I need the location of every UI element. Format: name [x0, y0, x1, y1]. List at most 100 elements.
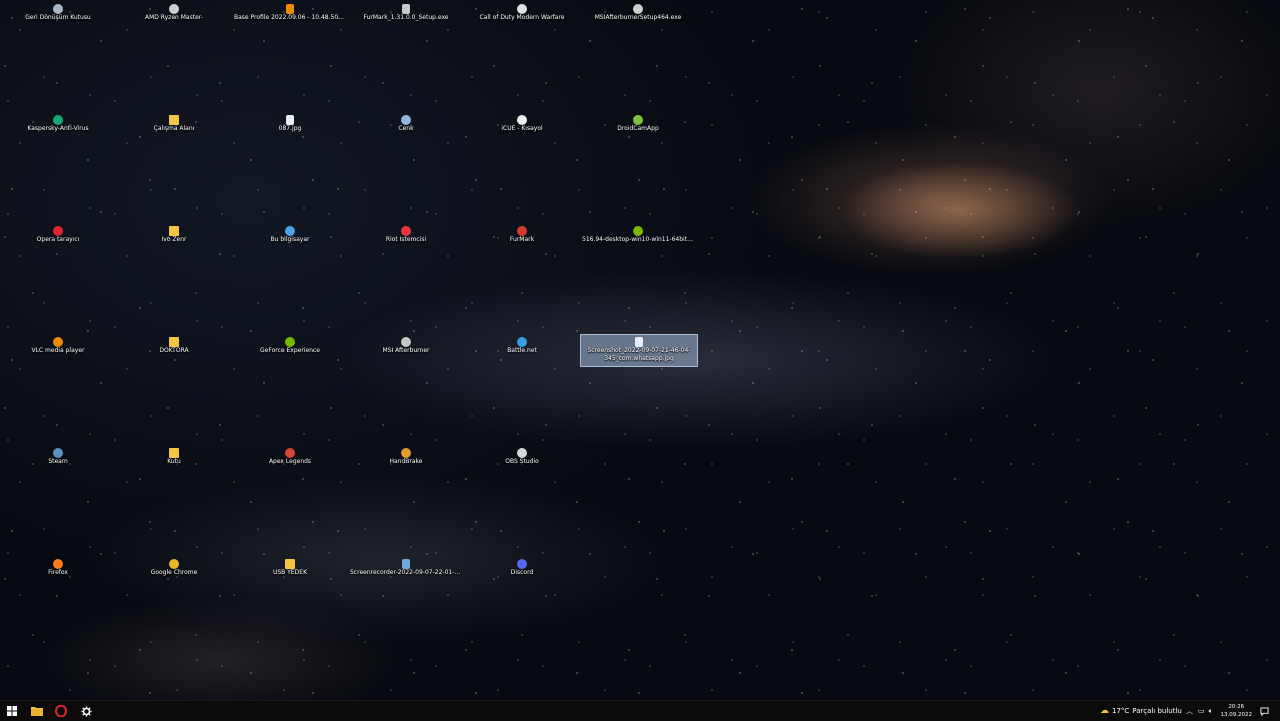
desktop-icon[interactable]: USB YEDEK: [232, 559, 348, 577]
desktop-icon[interactable]: Google Chrome: [116, 559, 232, 577]
droidcam-icon: [633, 115, 643, 125]
desktop-icon[interactable]: OBS Studio: [464, 448, 580, 466]
weather-temp: 17°C: [1112, 707, 1130, 715]
nvidia-driver-icon: [633, 226, 643, 236]
desktop-icon-label: Firefox: [48, 569, 68, 576]
firefox-icon: [53, 559, 63, 569]
kaspersky-icon: [53, 115, 63, 125]
discord-icon: [517, 559, 527, 569]
desktop-icon[interactable]: iCUE - Kısayol: [464, 115, 580, 133]
desktop-icon[interactable]: Opera tarayıcı: [0, 226, 116, 244]
desktop-icon-label: USB YEDEK: [272, 569, 308, 576]
desktop-icon-label: AMD Ryzen Master-: [144, 14, 204, 21]
desktop-icon-label: OBS Studio: [505, 458, 539, 465]
desktop-icon-label: Riot İstemcisi: [385, 236, 427, 243]
clock-date: 13.09.2022: [1220, 712, 1253, 718]
desktop-icon-label: MSI Afterburner: [382, 347, 430, 354]
weather-text: Parçalı bulutlu: [1132, 707, 1182, 715]
opera-taskbar-button[interactable]: [49, 701, 73, 721]
riot-client-icon: [401, 226, 411, 236]
desktop-icon[interactable]: MSIAfterburnerSetup464.exe: [580, 4, 696, 22]
desktop-icon[interactable]: Base Profile 2022.09.06 - 10.48.50.01.m4…: [232, 4, 348, 22]
desktop-icon[interactable]: AMD Ryzen Master-: [116, 4, 232, 22]
desktop-icon[interactable]: 516.94-desktop-win10-win11-64bit-inter..…: [580, 226, 696, 244]
handbrake-icon: [401, 448, 411, 458]
desktop-icon[interactable]: Cenk: [348, 115, 464, 133]
desktop-icon-label: Steam: [48, 458, 68, 465]
desktop-icon[interactable]: Apex Legends: [232, 448, 348, 466]
weather-icon: ☁: [1100, 706, 1109, 716]
file-explorer-button[interactable]: [25, 701, 49, 721]
desktop-icon[interactable]: MSI Afterburner: [348, 337, 464, 355]
this-pc-icon: [285, 226, 295, 236]
desktop-icon-label: Apex Legends: [268, 458, 312, 465]
network-icon[interactable]: ▭: [1198, 707, 1205, 715]
desktop-icon-label: Opera tarayıcı: [36, 236, 80, 243]
desktop-icon[interactable]: Kutu: [116, 448, 232, 466]
desktop-icon-label: Discord: [510, 569, 534, 576]
desktop-icon[interactable]: Call of Duty Modern Warfare: [464, 4, 580, 22]
desktop-icon-label: FurMark_1.31.0.0_Setup.exe: [363, 14, 449, 21]
desktop-icon[interactable]: Riot İstemcisi: [348, 226, 464, 244]
folder-icon: [169, 226, 179, 236]
desktop-icon[interactable]: Ivo Zenr: [116, 226, 232, 244]
geforce-icon: [285, 337, 295, 347]
chevron-up-icon[interactable]: ︿: [1186, 706, 1193, 716]
start-button[interactable]: [0, 701, 24, 721]
desktop-icon[interactable]: Screenshot_2022-09-07-21-46-04-345_com.w…: [580, 334, 698, 367]
desktop-icon[interactable]: GeForce Experience: [232, 337, 348, 355]
setup-exe-icon: [402, 4, 410, 14]
desktop-icon-label: Cenk: [398, 125, 414, 132]
desktop-icon[interactable]: Geri Dönüşüm Kutusu: [0, 4, 116, 22]
desktop-icon[interactable]: Kaspersky-Anti-Virus: [0, 115, 116, 133]
furmark-icon: [517, 226, 527, 236]
amd-ryzen-icon: [169, 4, 179, 14]
msi-afterburner-icon: [401, 337, 411, 347]
desktop-icon[interactable]: DroidCamApp: [580, 115, 696, 133]
opera-icon: [55, 705, 67, 717]
desktop-icon-label: Kaspersky-Anti-Virus: [27, 125, 89, 132]
desktop-icon[interactable]: Bu bilgisayar: [232, 226, 348, 244]
desktop-icon-label: Screenrecorder-2022-09-07-22-01-24-19...: [350, 569, 464, 576]
desktop-icon-label: Çalışma Alanı: [153, 125, 195, 132]
desktop-icon-label: GeForce Experience: [260, 347, 320, 354]
desktop-icon[interactable]: DOKTORA: [116, 337, 232, 355]
desktop-icon[interactable]: Battle.net: [464, 337, 580, 355]
apex-icon: [285, 448, 295, 458]
steam-icon: [53, 448, 63, 458]
weather-widget[interactable]: ☁ 17°C Parçalı bulutlu: [1100, 701, 1182, 721]
desktop-icon[interactable]: Firefox: [0, 559, 116, 577]
desktop-icon[interactable]: 087.jpg: [232, 115, 348, 133]
settings-taskbar-button[interactable]: [74, 701, 98, 721]
desktop-icon-label: DOKTORA: [159, 347, 189, 354]
desktop-icon-label: VLC media player: [31, 347, 85, 354]
icue-icon: [517, 115, 527, 125]
desktop-icon[interactable]: VLC media player: [0, 337, 116, 355]
volume-icon[interactable]: 🔈︎: [1209, 707, 1213, 716]
clock[interactable]: 20:26 13.09.2022: [1221, 703, 1253, 719]
desktop-icon-label: Geri Dönüşüm Kutusu: [25, 14, 91, 21]
desktop-icon-label: HandBrake: [389, 458, 423, 465]
folder-icon: [285, 559, 295, 569]
desktop-icon-label: 087.jpg: [278, 125, 302, 132]
folder-icon: [169, 448, 179, 458]
obs-icon: [517, 448, 527, 458]
desktop-icon-label: Battle.net: [507, 347, 537, 354]
desktop-icon[interactable]: FurMark: [464, 226, 580, 244]
desktop-icon-label: MSIAfterburnerSetup464.exe: [594, 14, 682, 21]
battlenet-icon: [517, 337, 527, 347]
desktop-icon[interactable]: Steam: [0, 448, 116, 466]
desktop-icon[interactable]: FurMark_1.31.0.0_Setup.exe: [348, 4, 464, 22]
folder-icon: [169, 337, 179, 347]
cod-icon: [517, 4, 527, 14]
notification-button[interactable]: [1254, 701, 1274, 721]
windows-logo-icon: [7, 706, 17, 716]
desktop-icon-label: Call of Duty Modern Warfare: [479, 14, 565, 21]
opera-icon: [53, 226, 63, 236]
desktop: Geri Dönüşüm Kutusu AMD Ryzen Master- Base…: [0, 0, 1280, 700]
desktop-icon[interactable]: Discord: [464, 559, 580, 577]
desktop-icon[interactable]: Çalışma Alanı: [116, 115, 232, 133]
clock-time: 20:26: [1228, 704, 1245, 710]
desktop-icon[interactable]: HandBrake: [348, 448, 464, 466]
desktop-icon[interactable]: Screenrecorder-2022-09-07-22-01-24-19...: [348, 559, 464, 577]
